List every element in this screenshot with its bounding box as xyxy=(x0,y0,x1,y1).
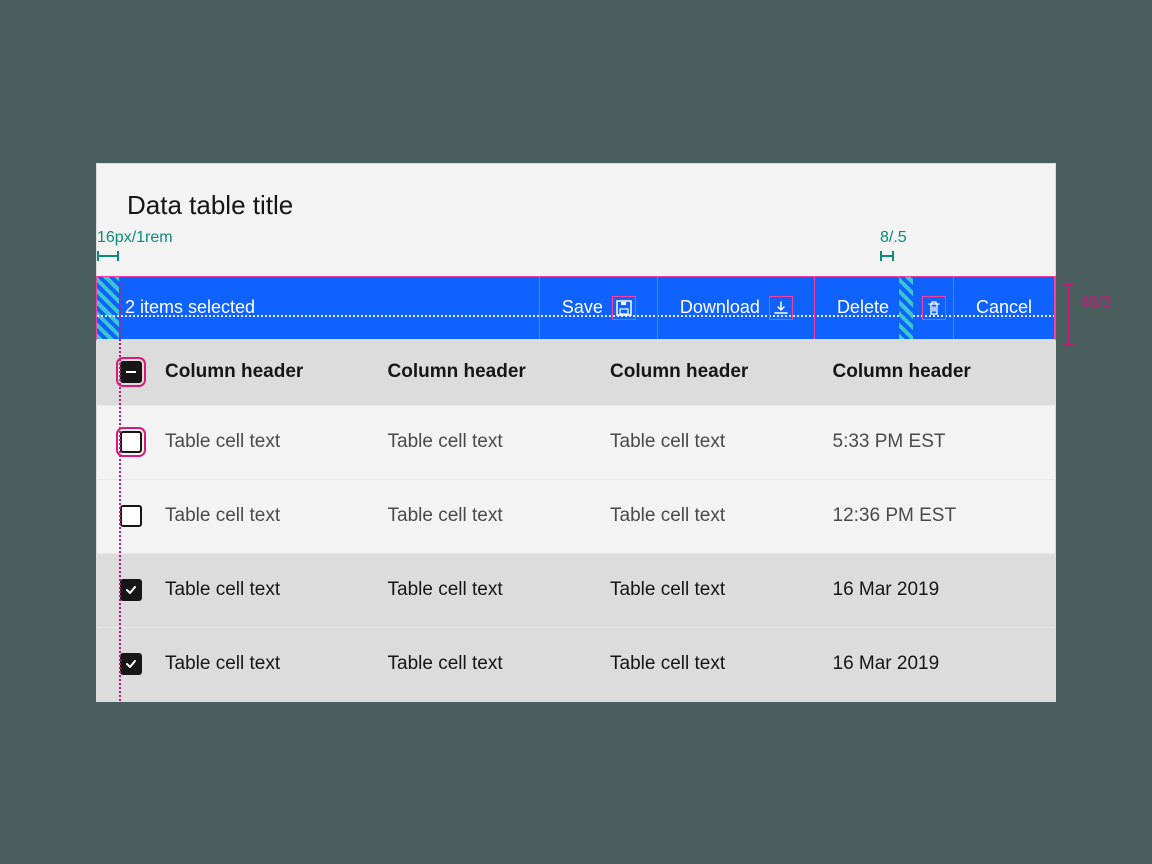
table-cell: 5:33 PM EST xyxy=(833,431,946,452)
table-row: Table cell text Table cell text Table ce… xyxy=(97,553,1055,627)
cancel-button-label: Cancel xyxy=(976,297,1032,318)
title-area: Data table title xyxy=(97,164,1055,229)
save-icon xyxy=(613,297,635,319)
table-cell: Table cell text xyxy=(610,505,725,526)
table-header-row: Column header Column header Column heade… xyxy=(97,339,1055,405)
measure-bracket-icon xyxy=(97,251,119,261)
row-checkbox[interactable] xyxy=(120,653,142,675)
data-table: Column header Column header Column heade… xyxy=(97,339,1055,701)
table-cell: Table cell text xyxy=(388,431,503,452)
row-checkbox[interactable] xyxy=(120,505,142,527)
batch-action-bar: 2 items selected Save Download Delete xyxy=(97,277,1055,339)
row-checkbox[interactable] xyxy=(120,431,142,453)
selection-count-label: 2 items selected xyxy=(119,297,540,318)
cancel-button[interactable]: Cancel xyxy=(953,277,1055,339)
table-cell: Table cell text xyxy=(610,431,725,452)
table-cell: Table cell text xyxy=(388,653,503,674)
table-cell: Table cell text xyxy=(165,653,280,674)
table-row: Table cell text Table cell text Table ce… xyxy=(97,479,1055,553)
table-cell: Table cell text xyxy=(388,505,503,526)
table-row: Table cell text Table cell text Table ce… xyxy=(97,627,1055,701)
table-cell: Table cell text xyxy=(165,431,280,452)
table-cell: 16 Mar 2019 xyxy=(833,579,940,600)
spacing-annotation-left: 16px/1rem xyxy=(97,229,173,247)
spec-annotation-row: 16px/1rem 8/.5 xyxy=(97,229,1055,277)
download-button[interactable]: Download xyxy=(657,277,815,339)
table-cell: Table cell text xyxy=(610,653,725,674)
height-bracket-icon xyxy=(1063,284,1073,346)
table-cell: Table cell text xyxy=(610,579,725,600)
table-row: Table cell text Table cell text Table ce… xyxy=(97,405,1055,479)
select-all-checkbox[interactable] xyxy=(120,361,142,383)
row-checkbox[interactable] xyxy=(120,579,142,601)
table-cell: Table cell text xyxy=(165,579,280,600)
column-header[interactable]: Column header xyxy=(610,361,748,382)
column-header[interactable]: Column header xyxy=(165,361,303,382)
bar-height-annotation: 48/3 xyxy=(1080,294,1111,312)
trash-icon xyxy=(923,297,945,319)
spacing-annotation-right: 8/.5 xyxy=(880,229,907,247)
measure-bracket-icon xyxy=(880,251,894,261)
padding-spec-overlay xyxy=(899,277,913,339)
table-title: Data table title xyxy=(127,190,1025,221)
data-table-card: Data table title 16px/1rem 8/.5 2 items … xyxy=(96,163,1056,702)
padding-spec-overlay xyxy=(97,277,119,339)
download-button-label: Download xyxy=(680,297,760,318)
column-header[interactable]: Column header xyxy=(833,361,971,382)
table-cell: 12:36 PM EST xyxy=(833,505,957,526)
save-button-label: Save xyxy=(562,297,603,318)
delete-button-label: Delete xyxy=(837,297,889,318)
batch-actions-group: Save Download Delete Cancel xyxy=(540,277,1055,339)
table-cell: 16 Mar 2019 xyxy=(833,653,940,674)
delete-button[interactable]: Delete xyxy=(814,277,954,339)
save-button[interactable]: Save xyxy=(539,277,658,339)
table-cell: Table cell text xyxy=(165,505,280,526)
table-cell: Table cell text xyxy=(388,579,503,600)
download-icon xyxy=(770,297,792,319)
column-header[interactable]: Column header xyxy=(388,361,526,382)
